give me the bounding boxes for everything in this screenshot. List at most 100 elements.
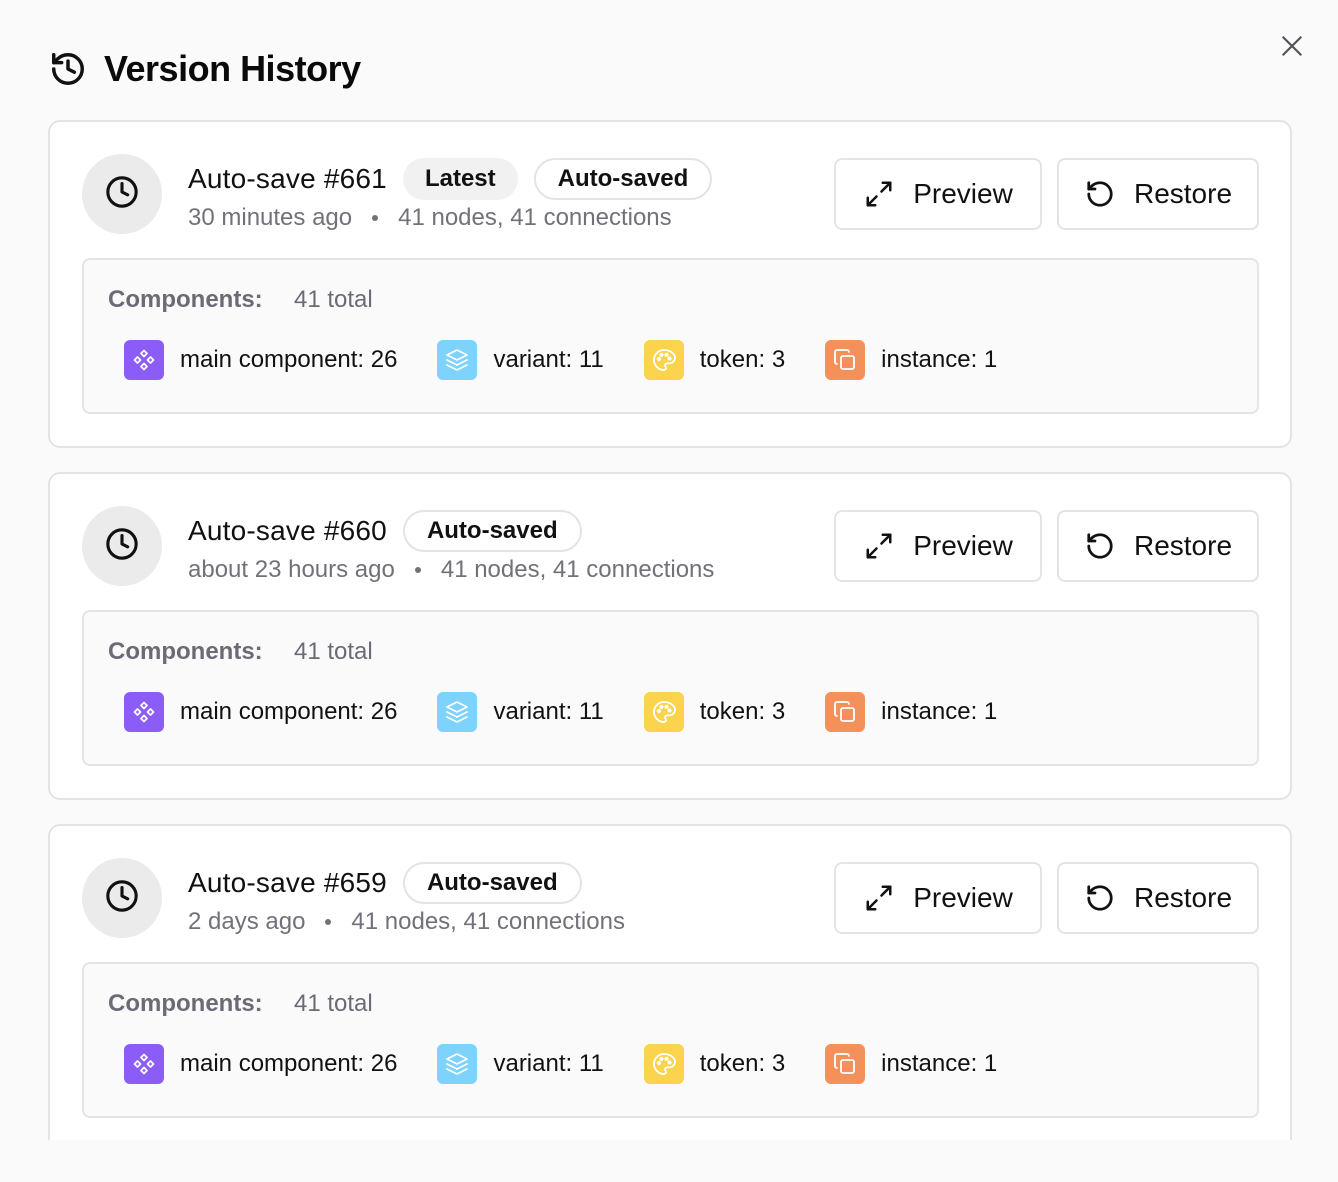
clock-icon [105,527,139,566]
palette-icon [643,340,684,380]
component-count-item: token: 3 [643,692,786,732]
restore-label: Restore [1133,530,1233,561]
component-icon [124,340,164,380]
copy-icon [825,692,866,732]
version-meta: about 23 hours ago 41 nodes, 41 connecti… [188,554,714,586]
version-avatar [82,154,162,234]
components-total: 41 total [294,638,373,665]
copy-icon [825,340,866,380]
preview-label: Preview [913,530,1013,561]
components-label: Components: [108,990,263,1017]
rotate-ccw-icon [1084,178,1116,210]
version-time: about 23 hours ago [188,556,395,583]
version-meta: 2 days ago 41 nodes, 41 connections [188,906,625,938]
version-card-1: Auto-save #660 Auto-saved about 23 hours… [48,472,1292,800]
component-count-label: variant: 11 [493,698,604,725]
layers-icon [437,340,478,380]
expand-icon [863,178,895,210]
clock-icon [105,879,139,918]
version-avatar [82,858,162,938]
version-list[interactable]: Auto-save #661 Latest Auto-saved 30 minut… [48,120,1292,1140]
components-total: 41 total [294,286,373,313]
component-count-label: token: 3 [699,1050,786,1077]
component-count-item: token: 3 [643,340,786,380]
component-count-item: token: 3 [643,1044,786,1084]
layers-icon [437,692,478,732]
version-time: 30 minutes ago [188,204,353,231]
component-count-label: main component: 26 [180,1050,398,1077]
component-count-item: main component: 26 [124,1044,397,1084]
restore-label: Restore [1133,178,1233,209]
layers-icon [437,1044,478,1084]
component-count-label: main component: 26 [180,346,398,373]
version-info: Auto-save #659 Auto-saved 2 days ago 41 … [188,862,625,938]
component-count-label: instance: 1 [881,346,998,373]
latest-badge: Latest [402,158,518,200]
restore-label: Restore [1133,882,1233,913]
component-count-label: token: 3 [699,346,786,373]
expand-icon [863,882,895,914]
version-avatar [82,506,162,586]
components-total: 41 total [294,990,373,1017]
component-count-label: instance: 1 [881,698,998,725]
rotate-ccw-icon [1084,882,1116,914]
separator-dot [325,919,332,925]
component-count-label: token: 3 [699,698,786,725]
component-icon [124,1044,164,1084]
component-count-item: instance: 1 [825,692,997,732]
preview-label: Preview [913,882,1013,913]
preview-button[interactable]: Preview [834,862,1042,934]
preview-button[interactable]: Preview [834,510,1042,582]
component-count-item: main component: 26 [124,340,397,380]
component-icon [124,692,164,732]
dialog-title: Version History [104,48,361,89]
version-card-0: Auto-save #661 Latest Auto-saved 30 minut… [48,120,1292,448]
separator-dot [414,567,421,573]
component-count-item: variant: 11 [437,1044,604,1084]
palette-icon [643,692,684,732]
component-count-item: variant: 11 [437,340,604,380]
auto-saved-badge: Auto-saved [533,158,713,200]
preview-button[interactable]: Preview [834,158,1042,230]
close-button[interactable] [1274,30,1310,66]
palette-icon [643,1044,684,1084]
version-time: 2 days ago [188,908,306,935]
restore-button[interactable]: Restore [1057,510,1259,582]
history-icon [48,49,88,89]
version-title: Auto-save #661 [188,163,387,194]
version-stats: 41 nodes, 41 connections [398,204,672,231]
component-count-label: variant: 11 [493,1050,604,1077]
components-summary: Components: 41 total main component: 26 v… [82,962,1259,1118]
restore-button[interactable]: Restore [1057,862,1259,934]
version-meta: 30 minutes ago 41 nodes, 41 connections [188,202,728,234]
version-stats: 41 nodes, 41 connections [440,556,715,583]
preview-label: Preview [913,178,1013,209]
copy-icon [825,1044,866,1084]
auto-saved-badge: Auto-saved [402,862,582,904]
components-summary: Components: 41 total main component: 26 v… [82,258,1259,414]
components-summary: Components: 41 total main component: 26 v… [82,610,1259,766]
clock-icon [105,175,139,214]
component-count-item: main component: 26 [124,692,397,732]
auto-saved-badge: Auto-saved [402,510,582,552]
restore-button[interactable]: Restore [1057,158,1259,230]
rotate-ccw-icon [1084,530,1116,562]
version-stats: 41 nodes, 41 connections [351,908,625,935]
component-count-item: variant: 11 [437,692,604,732]
version-info: Auto-save #661 Latest Auto-saved 30 minut… [188,158,728,234]
expand-icon [863,530,895,562]
version-history-dialog: Version History Auto-save #661 Latest Aut… [0,0,1338,1182]
version-card-2: Auto-save #659 Auto-saved 2 days ago 41 … [48,824,1292,1140]
version-title: Auto-save #659 [188,867,387,898]
version-title: Auto-save #660 [188,515,387,546]
component-count-label: instance: 1 [881,1050,998,1077]
version-info: Auto-save #660 Auto-saved about 23 hours… [188,510,714,586]
components-label: Components: [108,286,263,313]
components-label: Components: [108,638,263,665]
close-icon [1279,33,1305,64]
component-count-label: main component: 26 [180,698,398,725]
component-count-item: instance: 1 [825,1044,997,1084]
component-count-item: instance: 1 [825,340,997,380]
component-count-label: variant: 11 [493,346,604,373]
dialog-header: Version History [48,46,361,92]
